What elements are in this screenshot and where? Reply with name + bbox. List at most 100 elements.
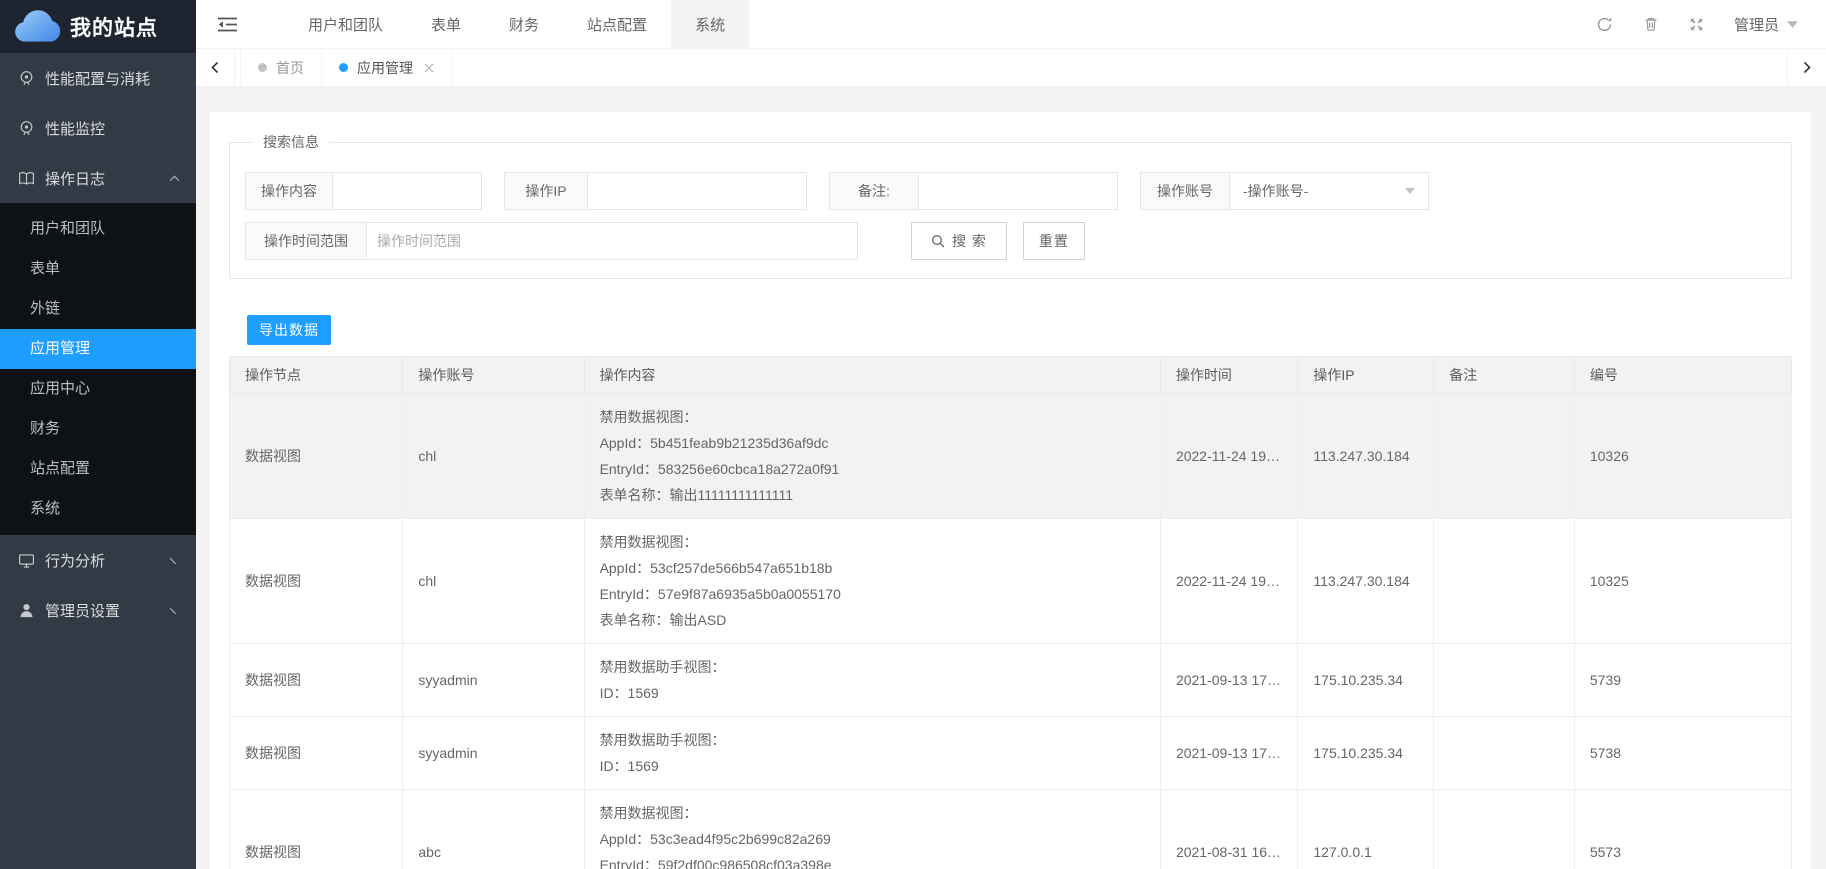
performance-monitor-icon	[18, 120, 35, 137]
trash-button[interactable]	[1628, 0, 1674, 48]
field-operation-account: 操作账号 -操作账号-	[1140, 172, 1429, 210]
search-row-2: 操作时间范围 搜 索 重置	[245, 222, 1776, 260]
table-row[interactable]: 数据视图syyadmin禁用数据助手视图：ID：15692021-09-13 1…	[230, 717, 1792, 790]
remark-input[interactable]	[918, 172, 1118, 210]
export-data-button[interactable]: 导出数据	[247, 315, 331, 345]
content-line: ID：1569	[600, 680, 1145, 706]
sidebar-item-管理员设置[interactable]: 管理员设置	[0, 585, 196, 635]
time-range-label: 操作时间范围	[245, 222, 367, 260]
sidebar-submenu: 用户和团队表单外链应用管理应用中心财务站点配置系统	[0, 203, 196, 535]
field-operation-content: 操作内容	[245, 172, 482, 210]
user-name: 管理员	[1734, 14, 1779, 35]
topbar-actions: 管理员	[1582, 0, 1826, 48]
operation-log-table: 操作节点操作账号操作内容操作时间操作IP备注编号 数据视图chl禁用数据视图：A…	[229, 356, 1792, 869]
top-nav-item-财务[interactable]: 财务	[485, 0, 563, 48]
search-button[interactable]: 搜 索	[911, 222, 1007, 260]
cell-node: 数据视图	[230, 644, 403, 717]
sidebar-subitem-站点配置[interactable]: 站点配置	[0, 449, 196, 489]
sidebar-subitem-应用管理[interactable]: 应用管理	[0, 329, 196, 369]
time-range-input[interactable]	[366, 222, 858, 260]
content-line: AppId：53cf257de566b547a651b18b	[600, 555, 1145, 581]
sidebar-subitem-表单[interactable]: 表单	[0, 249, 196, 289]
top-nav-item-表单[interactable]: 表单	[407, 0, 485, 48]
reset-button[interactable]: 重置	[1023, 222, 1085, 260]
top-nav-item-系统[interactable]: 系统	[671, 0, 749, 48]
tabs-scroll-right-button[interactable]	[1787, 49, 1826, 86]
operation-ip-input[interactable]	[587, 172, 807, 210]
column-header-编号: 编号	[1574, 357, 1791, 394]
refresh-button[interactable]	[1582, 0, 1628, 48]
cell-account: syyadmin	[403, 717, 584, 790]
operation-content-input[interactable]	[332, 172, 482, 210]
column-header-操作内容: 操作内容	[584, 357, 1160, 394]
collapse-sidebar-button[interactable]	[196, 0, 258, 48]
cell-remark	[1434, 519, 1575, 644]
tab-list: 首页 应用管理	[235, 49, 452, 86]
sidebar-item-label: 行为分析	[45, 550, 169, 571]
content-line: 禁用数据视图：	[600, 800, 1145, 826]
chevron-right-icon	[1803, 61, 1811, 74]
cell-content: 禁用数据助手视图：ID：1569	[584, 644, 1160, 717]
column-header-操作账号: 操作账号	[403, 357, 584, 394]
table-row[interactable]: 数据视图chl禁用数据视图：AppId：5b451feab9b21235d36a…	[230, 394, 1792, 519]
cell-ip: 113.247.30.184	[1298, 519, 1434, 644]
cell-account: abc	[403, 790, 584, 869]
logo[interactable]: 我的站点	[0, 0, 196, 53]
tab-应用管理[interactable]: 应用管理	[322, 49, 452, 86]
tab-label: 应用管理	[357, 58, 413, 78]
cell-time: 2022-11-24 19:34:45	[1160, 519, 1297, 644]
top-nav-item-用户和团队[interactable]: 用户和团队	[284, 0, 407, 48]
field-operation-ip: 操作IP	[504, 172, 807, 210]
cell-time: 2021-09-13 17:01:51	[1160, 644, 1297, 717]
sidebar: 我的站点 性能配置与消耗性能监控操作日志用户和团队表单外链应用管理应用中心财务站…	[0, 0, 196, 869]
search-row-1: 操作内容 操作IP 备注: 操作账号	[245, 172, 1776, 210]
cell-id: 5738	[1574, 717, 1791, 790]
tab-status-dot	[339, 63, 348, 72]
operation-log-icon	[18, 170, 35, 187]
close-icon[interactable]	[424, 63, 434, 73]
cloud-logo-icon	[10, 9, 62, 45]
content-line: 禁用数据助手视图：	[600, 727, 1145, 753]
chevron-up-icon	[169, 175, 180, 182]
sidebar-item-行为分析[interactable]: 行为分析	[0, 535, 196, 585]
user-menu[interactable]: 管理员	[1720, 0, 1826, 48]
sidebar-subitem-财务[interactable]: 财务	[0, 409, 196, 449]
sidebar-subitem-系统[interactable]: 系统	[0, 489, 196, 529]
content-line: ID：1569	[600, 753, 1145, 779]
search-panel-title: 搜索信息	[253, 132, 329, 152]
tab-label: 首页	[276, 58, 304, 78]
content-line: 禁用数据助手视图：	[600, 654, 1145, 680]
fullscreen-icon	[1689, 17, 1704, 32]
content-line: AppId：53c3ead4f95c2b699c82a269	[600, 826, 1145, 852]
content-line: AppId：5b451feab9b21235d36af9dc	[600, 430, 1145, 456]
sidebar-subitem-用户和团队[interactable]: 用户和团队	[0, 209, 196, 249]
operation-account-select[interactable]: -操作账号-	[1229, 172, 1429, 210]
cell-time: 2021-09-13 17:01:49	[1160, 717, 1297, 790]
cell-content: 禁用数据视图：AppId：53cf257de566b547a651b18bEnt…	[584, 519, 1160, 644]
chevron-left-icon	[211, 61, 219, 74]
sidebar-item-操作日志[interactable]: 操作日志	[0, 153, 196, 203]
content-line: EntryId：583256e60cbca18a272a0f91	[600, 456, 1145, 482]
content-line: 表单名称：输出ASD	[600, 607, 1145, 633]
cell-id: 10326	[1574, 394, 1791, 519]
sidebar-subitem-外链[interactable]: 外链	[0, 289, 196, 329]
tabs-scroll-left-button[interactable]	[196, 49, 235, 86]
cell-content: 禁用数据助手视图：ID：1569	[584, 717, 1160, 790]
cell-content: 禁用数据视图：AppId：53c3ead4f95c2b699c82a269Ent…	[584, 790, 1160, 869]
tab-status-dot	[258, 63, 267, 72]
table-row[interactable]: 数据视图abc禁用数据视图：AppId：53c3ead4f95c2b699c82…	[230, 790, 1792, 869]
tab-首页[interactable]: 首页	[240, 49, 322, 86]
table-row[interactable]: 数据视图chl禁用数据视图：AppId：53cf257de566b547a651…	[230, 519, 1792, 644]
sidebar-subitem-应用中心[interactable]: 应用中心	[0, 369, 196, 409]
column-header-备注: 备注	[1434, 357, 1575, 394]
cell-node: 数据视图	[230, 394, 403, 519]
sidebar-item-性能监控[interactable]: 性能监控	[0, 103, 196, 153]
admin-settings-icon	[18, 602, 35, 619]
top-nav-item-站点配置[interactable]: 站点配置	[563, 0, 671, 48]
reset-button-label: 重置	[1039, 231, 1069, 251]
cell-remark	[1434, 717, 1575, 790]
fullscreen-button[interactable]	[1674, 0, 1720, 48]
table-row[interactable]: 数据视图syyadmin禁用数据助手视图：ID：15692021-09-13 1…	[230, 644, 1792, 717]
sidebar-item-label: 性能配置与消耗	[45, 68, 180, 89]
sidebar-item-性能配置与消耗[interactable]: 性能配置与消耗	[0, 53, 196, 103]
